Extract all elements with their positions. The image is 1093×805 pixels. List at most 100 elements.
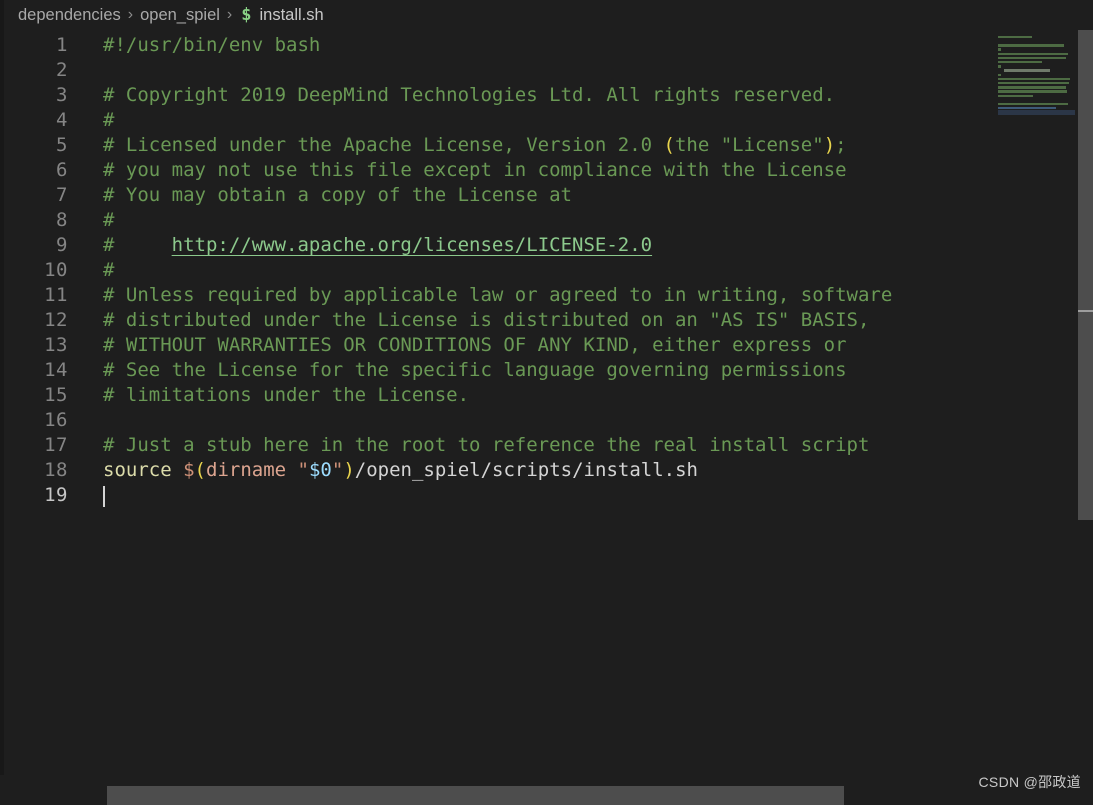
minimap-bar <box>998 73 1001 76</box>
breadcrumb-item-dependencies[interactable]: dependencies <box>18 6 121 25</box>
code-token: " <box>297 459 309 481</box>
code-token: source <box>103 459 172 481</box>
code-line[interactable]: 14 # See the License for the specific lan… <box>4 358 995 383</box>
line-content[interactable]: # limitations under the License. <box>103 383 469 408</box>
vscode-editor-window: dependencies › open_spiel › $ install.sh… <box>0 0 1093 805</box>
code-line[interactable]: 12 # distributed under the License is dis… <box>4 308 995 333</box>
minimap-bar <box>998 44 1064 47</box>
line-number: 4 <box>56 109 68 131</box>
line-number: 6 <box>56 159 68 181</box>
line-number: 10 <box>44 259 68 281</box>
minimap-bar <box>998 86 1066 89</box>
line-content[interactable]: # distributed under the License is distr… <box>103 308 869 333</box>
code-token: ; <box>835 134 847 156</box>
code-token: #!/usr/bin/env bash <box>103 34 321 56</box>
line-number: 17 <box>44 434 68 456</box>
minimap[interactable] <box>995 30 1078 775</box>
vertical-scrollbar-thumb[interactable] <box>1078 30 1093 520</box>
scrollbar-divider <box>1078 310 1093 312</box>
code-line[interactable]: 7 # You may obtain a copy of the License … <box>4 183 995 208</box>
code-line[interactable]: 18 source $(dirname "$0")/open_spiel/scri… <box>4 458 995 483</box>
code-token: # limitations under the License. <box>103 384 470 406</box>
line-number: 1 <box>56 34 68 56</box>
code-token: # you may not use this file except in co… <box>103 159 847 181</box>
text-cursor <box>103 486 105 507</box>
line-content[interactable]: # Just a stub here in the root to refere… <box>103 433 869 458</box>
code-line[interactable]: 5 # Licensed under the Apache License, Ve… <box>4 133 995 158</box>
breadcrumb-item-install-sh[interactable]: install.sh <box>260 6 324 25</box>
line-content[interactable]: # you may not use this file except in co… <box>103 158 847 183</box>
watermark: CSDN @邵政道 <box>978 774 1081 790</box>
minimap-bar <box>1004 69 1050 72</box>
line-content[interactable]: # See the License for the specific langu… <box>103 358 847 383</box>
minimap-bar <box>998 52 1068 56</box>
minimap-current-line-highlight <box>998 110 1075 115</box>
code-token: # <box>103 259 115 281</box>
code-line[interactable]: 1 #!/usr/bin/env bash <box>4 33 995 58</box>
code-line[interactable]: 15 # limitations under the License. <box>4 383 995 408</box>
line-content[interactable]: # Unless required by applicable law or a… <box>103 283 892 308</box>
code-token: ) <box>343 459 355 481</box>
line-content[interactable]: # <box>103 208 114 233</box>
line-content[interactable]: # Copyright 2019 DeepMind Technologies L… <box>103 83 835 108</box>
line-number: 14 <box>44 359 68 381</box>
code-token: # You may obtain a copy of the License a… <box>103 184 572 206</box>
code-line[interactable]: 3 # Copyright 2019 DeepMind Technologies … <box>4 83 995 108</box>
code-line[interactable]: 11 # Unless required by applicable law or… <box>4 283 995 308</box>
minimap-bar <box>998 61 1042 64</box>
code-line[interactable]: 19 <box>4 483 995 508</box>
line-number: 8 <box>56 209 68 231</box>
code-token: ( <box>194 459 206 481</box>
minimap-bar <box>998 65 1001 68</box>
minimap-bar <box>998 102 1068 106</box>
minimap-bar <box>998 81 1069 85</box>
line-content[interactable]: #!/usr/bin/env bash <box>103 33 320 58</box>
minimap-bar <box>998 35 1032 39</box>
line-content[interactable]: # WITHOUT WARRANTIES OR CONDITIONS OF AN… <box>103 333 847 358</box>
code-token: dirname <box>206 459 287 481</box>
shell-file-icon: $ <box>241 5 252 25</box>
code-token: # Just a stub here in the root to refere… <box>103 434 870 456</box>
line-content[interactable]: # http://www.apache.org/licenses/LICENSE… <box>103 233 652 258</box>
code-line[interactable]: 4 # <box>4 108 995 133</box>
line-number: 19 <box>44 484 68 506</box>
code-line[interactable]: 9 # http://www.apache.org/licenses/LICENS… <box>4 233 995 258</box>
code-line[interactable]: 2 <box>4 58 995 83</box>
line-content[interactable]: source $(dirname "$0")/open_spiel/script… <box>103 458 698 483</box>
code-token: # <box>103 209 115 231</box>
line-content[interactable]: # <box>103 258 114 283</box>
line-content[interactable]: # <box>103 108 114 133</box>
editor-bottom-strip <box>0 775 1093 805</box>
code-token: ) <box>823 134 836 156</box>
line-number: 5 <box>56 134 68 156</box>
line-number: 13 <box>44 334 68 356</box>
code-token: $ <box>183 459 195 481</box>
line-number: 3 <box>56 84 68 106</box>
code-line[interactable]: 16 <box>4 408 995 433</box>
line-number: 12 <box>44 309 68 331</box>
code-lines[interactable]: 1 #!/usr/bin/env bash 2 3 # Copyright 2019 D… <box>4 30 995 508</box>
horizontal-scrollbar-thumb[interactable] <box>107 786 844 805</box>
minimap-bar <box>998 107 1056 110</box>
code-token: # Licensed under the Apache License, Ver… <box>103 134 664 156</box>
code-token: http://www.apache.org/licenses/LICENSE-2… <box>171 234 653 256</box>
code-line[interactable]: 6 # you may not use this file except in c… <box>4 158 995 183</box>
line-number: 9 <box>56 234 68 256</box>
code-line[interactable]: 10 # <box>4 258 995 283</box>
code-line[interactable]: 17 # Just a stub here in the root to refe… <box>4 433 995 458</box>
chevron-right-icon: › <box>226 6 233 23</box>
breadcrumb-item-open-spiel[interactable]: open_spiel <box>140 6 220 25</box>
code-token: # WITHOUT WARRANTIES OR CONDITIONS OF AN… <box>103 334 847 356</box>
line-content[interactable]: # You may obtain a copy of the License a… <box>103 183 572 208</box>
code-line[interactable]: 13 # WITHOUT WARRANTIES OR CONDITIONS OF … <box>4 333 995 358</box>
breadcrumb[interactable]: dependencies › open_spiel › $ install.sh <box>4 0 1093 30</box>
line-number: 16 <box>44 409 68 431</box>
minimap-bar <box>998 48 1001 51</box>
code-token: " <box>331 459 344 481</box>
minimap-bar <box>998 90 1067 93</box>
code-line[interactable]: 8 # <box>4 208 995 233</box>
line-content[interactable]: # Licensed under the Apache License, Ver… <box>103 133 847 158</box>
code-editor[interactable]: 1 #!/usr/bin/env bash 2 3 # Copyright 2019 D… <box>4 30 995 775</box>
code-token: # distributed under the License is distr… <box>103 309 870 331</box>
